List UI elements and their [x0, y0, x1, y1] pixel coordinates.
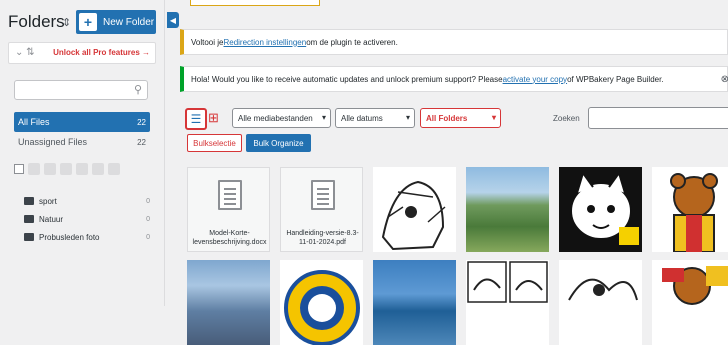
- dates-select[interactable]: Alle datums ▾: [335, 108, 415, 128]
- notice-text: of WPBakery Page Builder.: [567, 74, 664, 84]
- more-icon[interactable]: [108, 163, 120, 175]
- notice-text: Hola! Would you like to receive automati…: [191, 74, 503, 84]
- media-item-image[interactable]: [559, 167, 642, 252]
- nav-label: Unassigned Files: [18, 137, 88, 147]
- activate-copy-link[interactable]: activate your copy: [503, 75, 567, 84]
- wpbakery-notice: Hola! Would you like to receive automati…: [180, 66, 728, 92]
- cartoon-bear-thumbnail: [670, 173, 718, 252]
- document-icon: [311, 180, 335, 210]
- grid-view-icon[interactable]: ⊞: [208, 110, 219, 126]
- media-item-document[interactable]: Model-Korte-levensbeschrijving.docx: [187, 167, 270, 252]
- nav-all-files[interactable]: All Files 22: [14, 112, 150, 132]
- sidebar-title: Folders: [8, 12, 65, 31]
- collapse-sidebar-button[interactable]: ◀: [167, 12, 179, 28]
- pro-bar: ⌄ ⇅ Unlock all Pro features →: [8, 42, 156, 64]
- comic-thumbnail: [467, 261, 548, 303]
- folder-icon: [24, 215, 34, 223]
- copy-icon[interactable]: [60, 163, 72, 175]
- folder-count: 0: [146, 197, 150, 205]
- document-icon: [218, 180, 242, 210]
- folders-select[interactable]: All Folders ▾: [420, 108, 501, 128]
- unlock-pro-link[interactable]: Unlock all Pro features →: [53, 48, 150, 57]
- delete-icon[interactable]: [92, 163, 104, 175]
- bulk-select-button[interactable]: Bulkselectie: [187, 134, 242, 152]
- media-item-image[interactable]: [652, 167, 728, 252]
- folder-item-probusleden-foto[interactable]: Probusleden foto 0: [24, 228, 150, 246]
- media-item-document[interactable]: Handleiding-versie-8.3-11-01-2024.pdf: [280, 167, 363, 252]
- comic-thumbnail: [559, 260, 642, 345]
- redirection-settings-link[interactable]: Redirection instellingen: [223, 38, 306, 47]
- media-item-image[interactable]: [559, 260, 642, 345]
- media-item-image[interactable]: [373, 260, 456, 345]
- sidebar-header: Folders ⇕ + New Folder: [0, 8, 165, 36]
- folder-search-input[interactable]: ⚲: [14, 80, 148, 100]
- search-label: Zoeken: [553, 114, 580, 123]
- top-notice-stub: [190, 0, 320, 6]
- folders-sidebar: Folders ⇕ + New Folder ⌄ ⇅ Unlock all Pr…: [0, 0, 165, 306]
- plus-icon: +: [79, 13, 97, 31]
- dismiss-icon[interactable]: ⊗: [721, 74, 728, 85]
- folder-toolbar: [14, 160, 150, 178]
- folder-count: 0: [146, 233, 150, 241]
- chevron-down-icon: ▾: [405, 113, 410, 122]
- folder-icon: [24, 197, 34, 205]
- media-item-image[interactable]: [652, 260, 728, 345]
- folder-item-sport[interactable]: sport 0: [24, 192, 150, 210]
- cut-icon[interactable]: [44, 163, 56, 175]
- redirection-notice: Voltooi je Redirection instellingen om d…: [180, 29, 728, 55]
- notice-text: om de plugin te activeren.: [306, 37, 398, 47]
- folder-tree: sport 0 Natuur 0 Probusleden foto 0: [24, 192, 150, 246]
- folder-count: 0: [146, 215, 150, 223]
- bulk-organize-button[interactable]: Bulk Organize: [246, 134, 311, 152]
- media-item-image[interactable]: [280, 260, 363, 345]
- nav-count: 22: [137, 137, 146, 147]
- media-item-image[interactable]: [466, 167, 549, 252]
- folder-item-natuur[interactable]: Natuur 0: [24, 210, 150, 228]
- folder-icon: [24, 233, 34, 241]
- search-icon: ⚲: [133, 84, 142, 96]
- media-search-input[interactable]: [588, 107, 728, 129]
- chevron-down-icon: ▾: [321, 113, 326, 122]
- file-filter-list: All Files 22 Unassigned Files 22: [14, 112, 150, 152]
- chevron-down-icon: ▾: [491, 113, 496, 122]
- chevron-down-icon[interactable]: ⌄ ⇅: [15, 47, 35, 58]
- media-item-image[interactable]: [466, 260, 549, 345]
- select-value: Alle mediabestanden: [238, 113, 313, 123]
- nav-unassigned-files[interactable]: Unassigned Files 22: [14, 132, 150, 152]
- notice-text: Voltooi je: [191, 37, 224, 47]
- media-item-image[interactable]: [373, 167, 456, 252]
- nav-label: All Files: [18, 117, 50, 127]
- media-type-select[interactable]: Alle mediabestanden ▾: [232, 108, 331, 128]
- folder-name: Probusleden foto: [39, 232, 100, 242]
- cartoon-bear-thumbnail: [652, 260, 728, 345]
- media-filename: Model-Korte-levensbeschrijving.docx: [192, 230, 267, 246]
- select-value: Alle datums: [341, 113, 383, 123]
- select-value: All Folders: [426, 113, 468, 123]
- media-filename: Handleiding-versie-8.3-11-01-2024.pdf: [286, 230, 359, 246]
- folder-name: sport: [39, 196, 57, 206]
- folder-name: Natuur: [39, 214, 64, 224]
- new-folder-label: New Folder: [103, 16, 155, 28]
- media-item-image[interactable]: [187, 260, 270, 345]
- media-library-main: Voltooi je Redirection instellingen om d…: [180, 0, 728, 345]
- paste-icon[interactable]: [76, 163, 88, 175]
- cartoon-cat-thumbnail: [559, 167, 642, 252]
- nav-count: 22: [137, 117, 146, 127]
- sort-icon[interactable]: ⇕: [62, 16, 71, 29]
- cartoon-thumbnail: [373, 167, 456, 252]
- lock-icon[interactable]: [28, 163, 40, 175]
- new-folder-button[interactable]: + New Folder: [76, 10, 156, 34]
- list-view-icon[interactable]: ☰: [185, 108, 207, 130]
- logo-badge-thumbnail: [284, 270, 360, 345]
- media-filters: ☰ ⊞ Alle mediabestanden ▾ Alle datums ▾ …: [180, 104, 728, 130]
- select-all-checkbox[interactable]: [14, 164, 24, 174]
